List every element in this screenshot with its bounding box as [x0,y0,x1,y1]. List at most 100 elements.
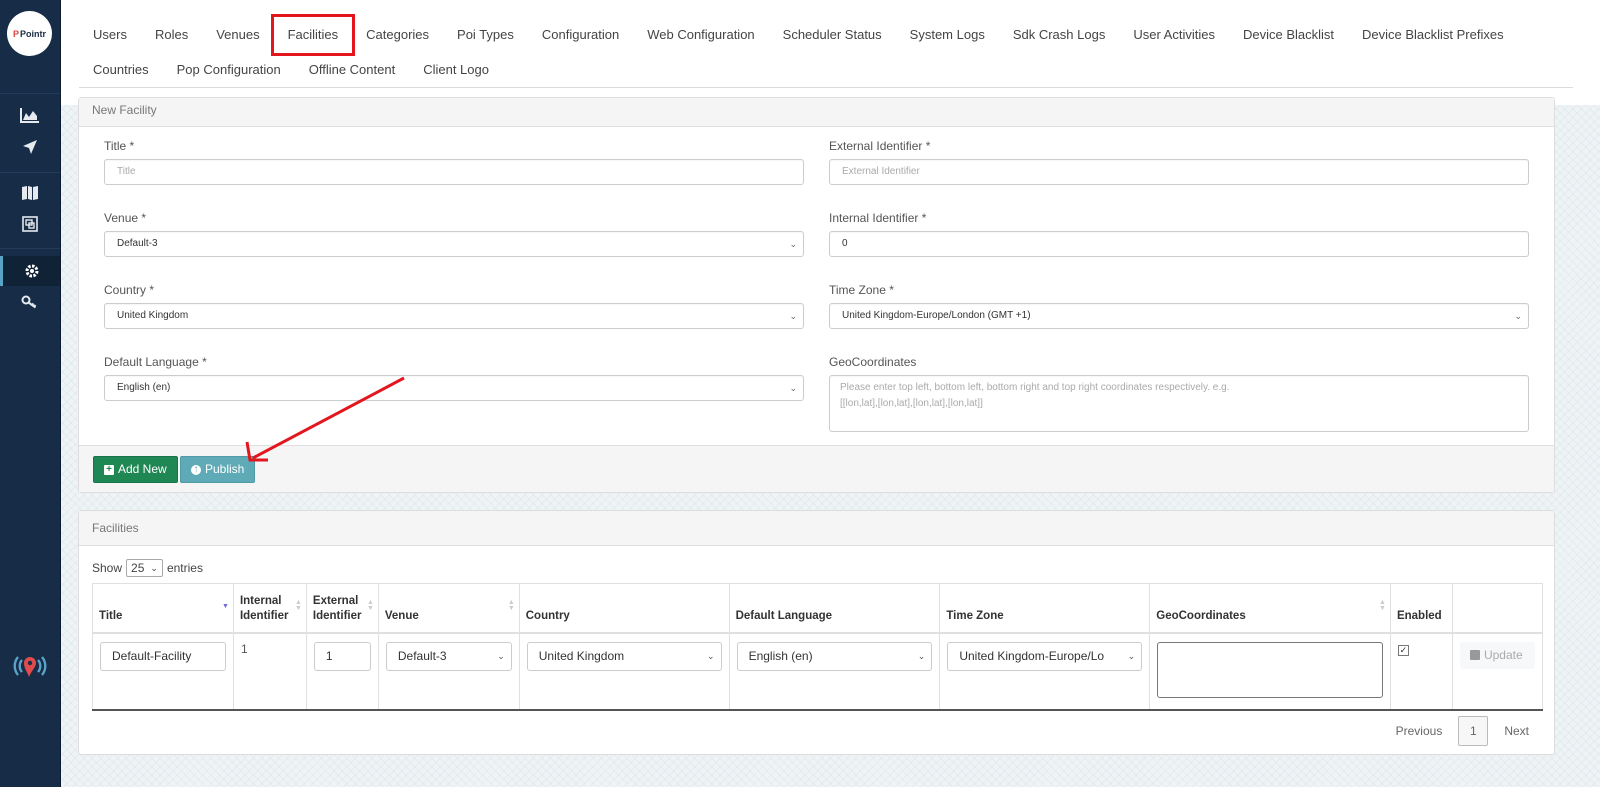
plus-square-icon: + [104,464,114,475]
chevron-down-icon: ⌄ [789,311,797,321]
row-default-language-select[interactable]: English (en) ⌄ [736,641,933,671]
chevron-down-icon: ⌄ [497,650,505,661]
facilities-panel: Facilities Show 25 ⌄ entries Title ▼ Inter… [78,510,1555,755]
panel-heading: New Facility [79,98,1554,127]
row-internal-identifier: 1 [232,632,307,711]
internal-identifier-input[interactable]: 0 [829,231,1529,257]
sidebar-divider [0,172,60,173]
tab-venues[interactable]: Venues [202,26,273,53]
default-language-field: Default Language * English (en) ⌄ [104,355,804,401]
pointr-logo[interactable]: P Pointr [7,11,52,56]
row-country-select[interactable]: United Kingdom ⌄ [526,641,722,671]
nav-row-1: Users Roles Venues Facilities Categories… [79,14,1518,56]
previous-page-button[interactable]: Previous [1384,724,1455,738]
column-header-external-identifier[interactable]: External Identifier ▲ ▼ [305,583,379,634]
tab-device-blacklist[interactable]: Device Blacklist [1229,26,1348,53]
settings-gear-icon[interactable] [0,256,60,286]
column-header-venue[interactable]: Venue ▲ ▼ [377,583,520,634]
external-identifier-label: External Identifier * [829,139,931,153]
column-header-time-zone: Time Zone [939,583,1151,634]
map-icon[interactable] [0,178,60,208]
time-zone-select[interactable]: United Kingdom-Europe/London (GMT +1) ⌄ [829,303,1529,329]
chevron-down-icon: ⌄ [789,239,797,249]
publish-button[interactable]: ↑ Publish [180,456,256,483]
row-time-zone-select[interactable]: United Kingdom-Europe/Lo ⌄ [947,641,1143,671]
current-page-button[interactable]: 1 [1458,716,1489,746]
chevron-down-icon: ⌄ [1514,311,1522,321]
column-header-default-language: Default Language [728,583,941,634]
tab-offline-content[interactable]: Offline Content [295,61,409,79]
geo-coordinates-textarea[interactable]: Please enter top left, bottom left, bott… [829,375,1529,432]
tab-roles[interactable]: Roles [141,26,202,53]
tab-sdk-crash-logs[interactable]: Sdk Crash Logs [999,26,1120,53]
tab-poi-types[interactable]: Poi Types [443,26,528,53]
chevron-down-icon: ⌄ [1127,650,1136,661]
column-header-enabled: Enabled [1389,583,1453,634]
column-header-geo-coordinates[interactable]: GeoCoordinates ▲ ▼ [1149,583,1391,634]
row-title-input[interactable]: Default-Facility [100,641,226,671]
add-new-button[interactable]: + Add New [93,456,178,483]
sort-icon: ▲ ▼ [366,599,374,612]
nav-row-2: Countries Pop Configuration Offline Cont… [79,61,503,79]
external-identifier-field: External Identifier * External Identifie… [829,139,1529,185]
sort-icon: ▲ ▼ [507,599,515,612]
geo-coordinates-field: GeoCoordinates Please enter top left, bo… [829,355,1529,432]
panel-footer: + Add New ↑ Publish [79,445,1554,492]
facilities-table: Title ▼ Internal Identifier ▲ ▼ External Iden… [92,583,1544,711]
panel-heading: Facilities [79,511,1554,546]
sidebar: P Pointr [0,0,61,787]
tab-configuration[interactable]: Configuration [528,26,633,53]
tab-scheduler-status[interactable]: Scheduler Status [769,26,896,53]
tab-pop-configuration[interactable]: Pop Configuration [163,61,295,79]
row-enabled-checkbox[interactable]: ✓ [1397,644,1409,656]
time-zone-label: Time Zone * [829,283,894,297]
main-content: New Facility Title * Title External Iden… [61,97,1600,787]
title-input[interactable]: Title [104,159,804,185]
sort-icon: ▲ ▼ [1379,599,1386,612]
sort-icon: ▲ ▼ [294,599,302,612]
navigation-arrow-icon[interactable] [0,132,60,162]
column-header-title[interactable]: Title ▼ [92,583,234,634]
column-header-internal-identifier[interactable]: Internal Identifier ▲ ▼ [232,583,307,634]
row-geo-coordinates-textarea[interactable] [1157,641,1383,698]
tab-device-blacklist-prefixes[interactable]: Device Blacklist Prefixes [1348,26,1518,53]
page-size-control: Show 25 ⌄ entries [92,559,203,577]
tab-user-activities[interactable]: User Activities [1119,26,1229,53]
pointr-beacon-icon [0,650,60,684]
sidebar-divider [0,248,60,249]
country-label: Country * [104,283,155,297]
tab-categories[interactable]: Categories [352,26,443,53]
external-identifier-input[interactable]: External Identifier [829,159,1529,185]
country-select[interactable]: United Kingdom ⌄ [104,303,804,329]
internal-identifier-field: Internal Identifier * 0 [829,211,1529,257]
top-navigation: Users Roles Venues Facilities Categories… [61,0,1600,105]
tab-countries[interactable]: Countries [79,61,163,79]
column-header-actions [1451,583,1544,634]
venue-field: Venue * Default-3 ⌄ [104,211,804,257]
tab-web-configuration[interactable]: Web Configuration [633,26,768,53]
time-zone-field: Time Zone * United Kingdom-Europe/London… [829,283,1529,329]
upload-circle-icon: ↑ [191,464,201,475]
row-update-button[interactable]: Update [1459,641,1535,669]
tab-users[interactable]: Users [79,26,141,53]
venue-select[interactable]: Default-3 ⌄ [104,231,804,257]
title-label: Title * [104,139,135,153]
edit-icon [1469,650,1480,660]
table-row: Default-Facility 1 1 Default-3 ⌄ United K… [92,632,1544,711]
tab-system-logs[interactable]: System Logs [896,26,999,53]
row-external-identifier-input[interactable]: 1 [313,641,371,671]
default-language-select[interactable]: English (en) ⌄ [104,375,804,401]
table-header-row: Title ▼ Internal Identifier ▲ ▼ External Iden… [92,583,1544,634]
floor-plan-icon[interactable] [0,209,60,239]
tab-client-logo[interactable]: Client Logo [409,61,503,79]
page-size-select[interactable]: 25 ⌄ [126,559,163,577]
analytics-chart-icon[interactable] [0,100,60,130]
sidebar-divider [0,93,60,94]
key-icon[interactable] [0,287,60,317]
new-facility-panel: New Facility Title * Title External Iden… [78,97,1555,493]
tab-facilities[interactable]: Facilities [270,14,356,56]
sort-desc-icon: ▼ [222,603,229,610]
column-header-country: Country [518,583,730,634]
row-venue-select[interactable]: Default-3 ⌄ [385,641,512,671]
next-page-button[interactable]: Next [1492,724,1541,738]
